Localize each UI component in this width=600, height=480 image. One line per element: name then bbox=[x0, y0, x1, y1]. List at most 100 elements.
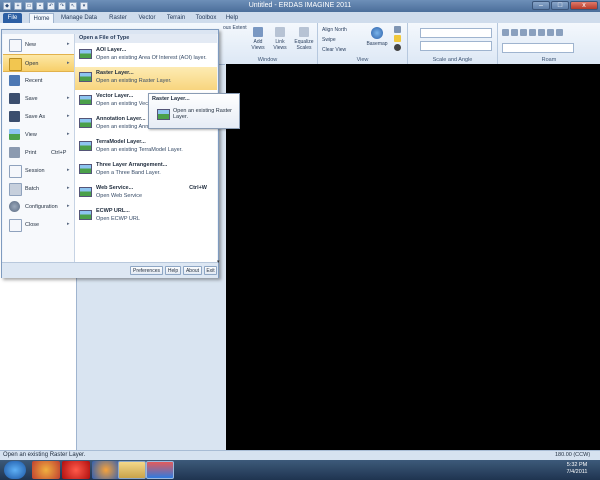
view-image-icon bbox=[9, 129, 20, 140]
tab-help[interactable]: Help bbox=[224, 13, 240, 23]
skip-forward-icon[interactable] bbox=[556, 29, 563, 36]
equalize-scales-button[interactable]: Equalize Scales bbox=[292, 27, 316, 51]
link-views-icon bbox=[275, 27, 285, 37]
explorer-icon[interactable] bbox=[118, 461, 146, 479]
submenu-item-terramodel-layer[interactable]: TerraModel Layer... Open an existing Ter… bbox=[75, 136, 217, 159]
new-document-icon bbox=[9, 39, 22, 52]
tab-terrain[interactable]: Terrain bbox=[164, 13, 188, 23]
floppy-disk-icon bbox=[9, 93, 20, 104]
roam-controls[interactable] bbox=[502, 29, 582, 37]
maximize-button[interactable]: □ bbox=[551, 1, 569, 10]
start-button[interactable] bbox=[4, 461, 26, 479]
view-tools[interactable] bbox=[392, 26, 402, 56]
skip-back-icon[interactable] bbox=[502, 29, 509, 36]
status-text: Open an existing Raster Layer. bbox=[3, 452, 86, 458]
undo-icon[interactable]: ↶ bbox=[47, 2, 55, 10]
clock-time: 5:32 PM bbox=[566, 462, 588, 468]
tab-home[interactable]: Home bbox=[29, 13, 54, 23]
raster-layer-icon bbox=[79, 72, 92, 82]
tab-manage-data[interactable]: Manage Data bbox=[60, 13, 98, 23]
help-button[interactable]: Help bbox=[165, 266, 181, 275]
tab-toolbox[interactable]: Toolbox bbox=[194, 13, 218, 23]
menu-command-new[interactable]: New ▸ bbox=[3, 36, 74, 54]
menu-command-save-as[interactable]: Save As ▸ bbox=[3, 108, 74, 126]
roam-speed-input[interactable] bbox=[502, 43, 574, 53]
compass-icon bbox=[393, 44, 401, 51]
fit-extent-label[interactable]: ous Extent bbox=[223, 25, 247, 31]
map-viewer[interactable] bbox=[226, 64, 600, 450]
open-icon[interactable]: ▭ bbox=[25, 2, 33, 10]
menu-command-view[interactable]: View ▸ bbox=[3, 126, 74, 144]
tab-raster[interactable]: Raster bbox=[106, 13, 130, 23]
ecwp-icon bbox=[79, 210, 92, 220]
save-icon[interactable]: ▪ bbox=[36, 2, 44, 10]
menu-command-configuration[interactable]: Configuration ▸ bbox=[3, 198, 74, 216]
opera-icon[interactable] bbox=[62, 461, 90, 479]
app-menu-icon[interactable]: ◆ bbox=[3, 2, 11, 10]
batch-icon bbox=[9, 183, 22, 196]
menu-command-close[interactable]: Close ▸ bbox=[3, 216, 74, 234]
submenu-item-ecwp-url[interactable]: ECWP URL... Open ECWP URL bbox=[75, 205, 217, 228]
submenu-item-web-service[interactable]: Web Service... Ctrl+W Open Web Service bbox=[75, 182, 217, 205]
add-views-button[interactable]: Add Views bbox=[248, 27, 268, 51]
angle-input[interactable] bbox=[420, 41, 492, 51]
star-icon bbox=[9, 75, 20, 86]
submenu-header: Open a File of Type bbox=[75, 34, 217, 43]
chrome-icon[interactable] bbox=[32, 461, 60, 479]
web-service-icon bbox=[79, 187, 92, 197]
menu-command-open[interactable]: Open ▸ bbox=[3, 54, 74, 72]
group-label-roam: Roam bbox=[541, 57, 557, 63]
tooltip: Raster Layer... Open an existing Raster … bbox=[148, 93, 240, 129]
ribbon-tabs: File Home Manage Data Raster Vector Terr… bbox=[0, 12, 600, 23]
system-tray[interactable] bbox=[514, 461, 554, 479]
erdas-app-icon[interactable] bbox=[146, 461, 174, 479]
submenu-item-three-layer-arrangement[interactable]: Three Layer Arrangement... Open a Three … bbox=[75, 159, 217, 182]
tab-file[interactable]: File bbox=[3, 13, 22, 23]
annotation-layer-icon bbox=[79, 118, 92, 128]
pointer-icon[interactable]: ↖ bbox=[69, 2, 77, 10]
clear-view-button[interactable]: Clear View bbox=[322, 47, 346, 53]
exit-button[interactable]: Exit bbox=[204, 266, 217, 275]
window-title: Untitled - ERDAS IMAGINE 2011 bbox=[248, 2, 352, 9]
menu-command-session[interactable]: Session ▸ bbox=[3, 162, 74, 180]
play-icon[interactable] bbox=[538, 29, 545, 36]
dropdown-icon[interactable]: ▾ bbox=[80, 2, 88, 10]
pause-icon[interactable] bbox=[529, 29, 536, 36]
play-back-icon[interactable] bbox=[520, 29, 527, 36]
three-band-icon bbox=[79, 164, 92, 174]
menu-command-save[interactable]: Save ▸ bbox=[3, 90, 74, 108]
basemap-button[interactable]: Basemap bbox=[366, 27, 388, 47]
gear-icon bbox=[9, 201, 20, 212]
submenu-item-raster-layer[interactable]: Raster Layer... Open an existing Raster … bbox=[75, 67, 217, 90]
redo-icon[interactable]: ↷ bbox=[58, 2, 66, 10]
clock[interactable]: 5:32 PM 7/4/2011 bbox=[560, 462, 594, 476]
ribbon-group-view: Align North Swipe Clear View Basemap Vie… bbox=[318, 23, 408, 64]
raster-layer-icon bbox=[157, 109, 170, 120]
rewind-icon[interactable] bbox=[511, 29, 518, 36]
raster-layer-icon bbox=[79, 49, 92, 59]
swipe-button[interactable]: Swipe bbox=[322, 37, 336, 43]
fast-forward-icon[interactable] bbox=[547, 29, 554, 36]
about-button[interactable]: About bbox=[183, 266, 202, 275]
submenu-item-aoi-layer[interactable]: AOI Layer... Open an existing Area Of In… bbox=[75, 44, 217, 67]
preferences-button[interactable]: Preferences bbox=[130, 266, 163, 275]
file-menu: New ▸ Open ▸ Recent Save ▸ Save As ▸ Vie… bbox=[1, 29, 220, 278]
close-document-icon bbox=[9, 219, 22, 232]
new-icon[interactable]: + bbox=[14, 2, 22, 10]
menu-command-recent[interactable]: Recent bbox=[3, 72, 74, 90]
scale-input[interactable] bbox=[420, 28, 492, 38]
printer-icon bbox=[9, 147, 20, 158]
firefox-icon[interactable] bbox=[92, 461, 120, 479]
close-button[interactable]: x bbox=[570, 1, 598, 10]
session-icon bbox=[9, 165, 22, 178]
align-north-button[interactable]: Align North bbox=[322, 27, 347, 33]
ribbon-group-window: ous Extent Add Views Link Views Equalize… bbox=[218, 23, 318, 64]
menu-command-print[interactable]: Print Ctrl+P bbox=[3, 144, 74, 162]
folder-open-icon bbox=[9, 58, 22, 71]
tab-vector[interactable]: Vector bbox=[136, 13, 158, 23]
minimize-button[interactable]: – bbox=[532, 1, 550, 10]
menu-command-batch[interactable]: Batch ▸ bbox=[3, 180, 74, 198]
pan-icon bbox=[393, 35, 401, 42]
link-views-button[interactable]: Link Views bbox=[270, 27, 290, 51]
clock-date: 7/4/2011 bbox=[566, 469, 588, 475]
